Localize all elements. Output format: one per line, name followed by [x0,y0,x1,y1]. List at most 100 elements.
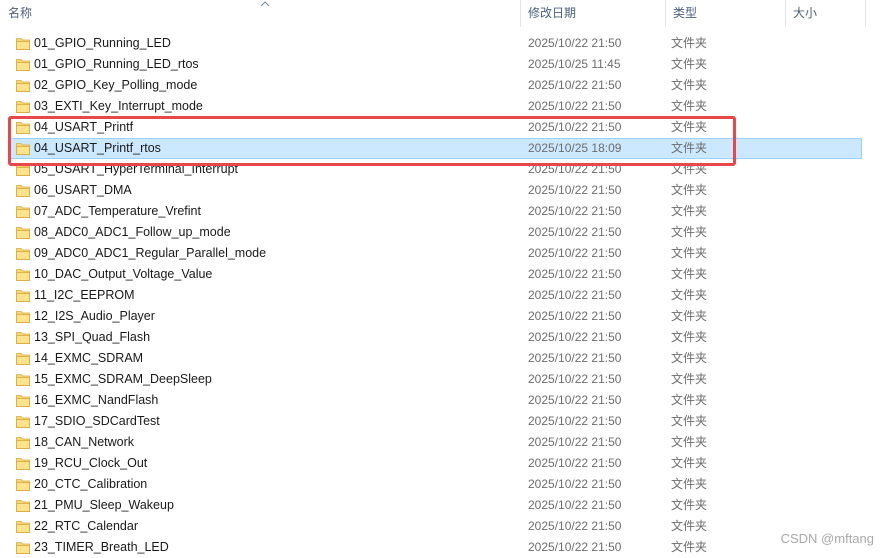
file-name: 23_TIMER_Breath_LED [34,540,169,554]
file-row[interactable]: 06_USART_DMA 2025/10/22 21:50 文件夹 [10,180,862,201]
file-date: 2025/10/22 21:50 [528,498,622,512]
file-type: 文件夹 [671,183,708,197]
file-date: 2025/10/22 21:50 [528,183,622,197]
file-type: 文件夹 [671,498,708,512]
file-row[interactable]: 21_PMU_Sleep_Wakeup 2025/10/22 21:50 文件夹 [10,495,862,516]
file-name: 04_USART_Printf_rtos [34,141,161,155]
file-row[interactable]: 10_DAC_Output_Voltage_Value 2025/10/22 21… [10,264,862,285]
file-date: 2025/10/22 21:50 [528,435,622,449]
file-name: 06_USART_DMA [34,183,132,197]
file-date: 2025/10/22 21:50 [528,330,622,344]
file-row[interactable]: 16_EXMC_NandFlash 2025/10/22 21:50 文件夹 [10,390,862,411]
file-row[interactable]: 11_I2C_EEPROM 2025/10/22 21:50 文件夹 [10,285,862,306]
file-row[interactable]: 05_USART_HyperTerminal_Interrupt 2025/10/… [10,159,862,180]
folder-icon [16,290,30,302]
folder-icon [16,185,30,197]
folder-icon [16,332,30,344]
column-header-name-label: 名称 [8,6,33,20]
file-date: 2025/10/22 21:50 [528,225,622,239]
file-name: 10_DAC_Output_Voltage_Value [34,267,213,281]
file-name: 03_EXTI_Key_Interrupt_mode [34,99,203,113]
file-date: 2025/10/22 21:50 [528,267,622,281]
watermark: CSDN @mftang [780,531,874,546]
column-header-date[interactable]: 修改日期 [520,0,665,27]
file-name: 09_ADC0_ADC1_Regular_Parallel_mode [34,246,267,260]
file-row[interactable]: 19_RCU_Clock_Out 2025/10/22 21:50 文件夹 [10,453,862,474]
file-type: 文件夹 [671,246,708,260]
file-name: 20_CTC_Calibration [34,477,148,491]
column-header-type[interactable]: 类型 [665,0,785,27]
file-date: 2025/10/22 21:50 [528,78,622,92]
folder-icon [16,269,30,281]
file-date: 2025/10/22 21:50 [528,309,622,323]
file-type: 文件夹 [671,78,708,92]
file-type: 文件夹 [671,204,708,218]
column-header-size[interactable]: 大小 [785,0,865,27]
file-date: 2025/10/22 21:50 [528,393,622,407]
file-row[interactable]: 04_USART_Printf_rtos 2025/10/25 18:09 文件夹 [10,138,862,159]
file-name: 08_ADC0_ADC1_Follow_up_mode [34,225,231,239]
file-name: 01_GPIO_Running_LED_rtos [34,57,199,71]
file-row[interactable]: 02_GPIO_Key_Polling_mode 2025/10/22 21:50… [10,75,862,96]
column-divider[interactable] [865,0,866,27]
file-row[interactable]: 18_CAN_Network 2025/10/22 21:50 文件夹 [10,432,862,453]
file-row[interactable]: 08_ADC0_ADC1_Follow_up_mode 2025/10/22 21… [10,222,862,243]
folder-icon [16,59,30,71]
folder-icon [16,542,30,554]
sort-up-arrow-icon [260,1,270,7]
file-type: 文件夹 [671,309,708,323]
file-name: 11_I2C_EEPROM [34,288,135,302]
file-row[interactable]: 23_TIMER_Breath_LED 2025/10/22 21:50 文件夹 [10,537,862,558]
file-row[interactable]: 01_GPIO_Running_LED_rtos 2025/10/25 11:45… [10,54,862,75]
folder-icon [16,101,30,113]
folder-icon [16,164,30,176]
file-row[interactable]: 22_RTC_Calendar 2025/10/22 21:50 文件夹 [10,516,862,537]
file-type: 文件夹 [671,57,708,71]
folder-icon [16,416,30,428]
file-type: 文件夹 [671,372,708,386]
file-type: 文件夹 [671,477,708,491]
file-row[interactable]: 15_EXMC_SDRAM_DeepSleep 2025/10/22 21:50 文… [10,369,862,390]
file-type: 文件夹 [671,414,708,428]
file-name: 05_USART_HyperTerminal_Interrupt [34,162,239,176]
file-date: 2025/10/25 11:45 [528,57,621,71]
file-row[interactable]: 09_ADC0_ADC1_Regular_Parallel_mode 2025/1… [10,243,862,264]
file-name: 18_CAN_Network [34,435,135,449]
file-type: 文件夹 [671,36,708,50]
file-row[interactable]: 20_CTC_Calibration 2025/10/22 21:50 文件夹 [10,474,862,495]
file-name: 17_SDIO_SDCardTest [34,414,160,428]
file-type: 文件夹 [671,435,708,449]
folder-icon [16,353,30,365]
file-row[interactable]: 13_SPI_Quad_Flash 2025/10/22 21:50 文件夹 [10,327,862,348]
file-date: 2025/10/22 21:50 [528,120,622,134]
file-row[interactable]: 01_GPIO_Running_LED 2025/10/22 21:50 文件夹 [10,33,862,54]
file-name: 14_EXMC_SDRAM [34,351,144,365]
folder-icon [16,143,30,155]
folder-icon [16,311,30,323]
column-header: 名称 修改日期 类型 大小 [0,0,880,27]
file-name: 01_GPIO_Running_LED [34,36,171,50]
file-type: 文件夹 [671,267,708,281]
file-row[interactable]: 14_EXMC_SDRAM 2025/10/22 21:50 文件夹 [10,348,862,369]
file-type: 文件夹 [671,456,708,470]
folder-icon [16,227,30,239]
file-date: 2025/10/22 21:50 [528,99,622,113]
folder-icon [16,206,30,218]
file-name: 04_USART_Printf [34,120,134,134]
folder-icon [16,374,30,386]
file-date: 2025/10/22 21:50 [528,519,622,533]
file-row[interactable]: 04_USART_Printf 2025/10/22 21:50 文件夹 [10,117,862,138]
file-row[interactable]: 17_SDIO_SDCardTest 2025/10/22 21:50 文件夹 [10,411,862,432]
file-name: 21_PMU_Sleep_Wakeup [34,498,174,512]
file-name: 12_I2S_Audio_Player [34,309,155,323]
file-name: 02_GPIO_Key_Polling_mode [34,78,198,92]
folder-icon [16,80,30,92]
file-name: 22_RTC_Calendar [34,519,138,533]
file-type: 文件夹 [671,393,708,407]
folder-icon [16,500,30,512]
file-row[interactable]: 12_I2S_Audio_Player 2025/10/22 21:50 文件夹 [10,306,862,327]
column-header-size-label: 大小 [793,6,818,20]
file-row[interactable]: 07_ADC_Temperature_Vrefint 2025/10/22 21:… [10,201,862,222]
folder-icon [16,248,30,260]
file-row[interactable]: 03_EXTI_Key_Interrupt_mode 2025/10/22 21:… [10,96,862,117]
